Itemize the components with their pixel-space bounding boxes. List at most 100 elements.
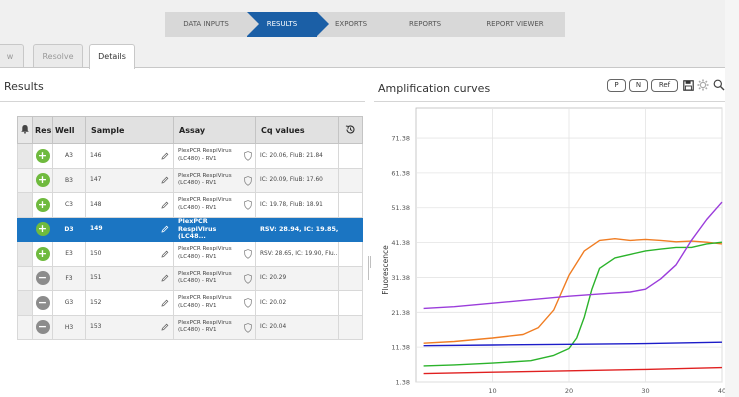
negative-result-icon: −: [35, 295, 50, 310]
results-divider: [0, 101, 365, 102]
gear-icon[interactable]: [697, 79, 709, 91]
x-tick-label: 10: [488, 387, 496, 395]
x-tick-label: 30: [641, 387, 649, 395]
zoom-icon[interactable]: [713, 79, 725, 91]
edit-sample-icon[interactable]: [161, 225, 169, 233]
table-row[interactable]: − H3 153 PlexPCR RespiVirus (LC480) - RV1 IC:…: [17, 314, 363, 340]
alert-cell: [17, 143, 33, 169]
assay-cell: PlexPCR RespiVirus (LC480) - RV1: [173, 241, 256, 267]
tab-overview[interactable]: w: [0, 44, 24, 67]
sample-cell[interactable]: 147: [85, 167, 174, 193]
edit-sample-icon[interactable]: [161, 152, 169, 160]
sample-label: 147: [90, 176, 102, 184]
cq-column-header[interactable]: Cq values: [255, 116, 339, 144]
assay-detail: (LC480) - RV1: [178, 302, 217, 309]
tab-label: Resolve: [42, 52, 74, 61]
negative-control-button[interactable]: N: [629, 79, 648, 92]
assay-column-header[interactable]: Assay: [173, 116, 256, 144]
bell-icon: [21, 125, 29, 134]
assay-detail: (LC480) - RV1: [178, 327, 217, 334]
result-cell: −: [32, 314, 53, 340]
table-row[interactable]: + E3 150 PlexPCR RespiVirus (LC480) - RV1 RSV…: [17, 241, 363, 267]
step-reports[interactable]: REPORTS: [385, 11, 479, 37]
result-cell: −: [32, 265, 53, 291]
edit-sample-icon[interactable]: [161, 299, 169, 307]
positive-result-icon: +: [35, 148, 50, 163]
edit-sample-icon[interactable]: [161, 274, 169, 282]
assay-name: PlexPCR RespiVirus: [178, 148, 232, 155]
cq-values-cell: IC: 20.29: [255, 265, 339, 291]
assay-detail: RespiVirus (LC48...: [178, 224, 217, 240]
alert-cell: [17, 167, 33, 193]
sample-label: 152: [90, 298, 102, 306]
edit-sample-icon[interactable]: [161, 250, 169, 258]
tab-label: Details: [98, 52, 126, 61]
step-label: REPORT VIEWER: [486, 20, 544, 28]
tab-details[interactable]: Details: [89, 44, 135, 69]
history-column-header[interactable]: [338, 116, 363, 144]
well-column-header[interactable]: Well: [52, 116, 86, 144]
shield-icon: [244, 200, 252, 210]
sample-cell[interactable]: 151: [85, 265, 174, 291]
cq-values-cell: IC: 20.02: [255, 290, 339, 316]
result-cell: +: [32, 241, 53, 267]
table-row[interactable]: + C3 148 PlexPCR RespiVirus (LC480) - RV1 IC:…: [17, 192, 363, 218]
table-row[interactable]: − F3 151 PlexPCR RespiVirus (LC480) - RV1 IC:…: [17, 265, 363, 291]
result-cell: +: [32, 167, 53, 193]
step-report-viewer[interactable]: REPORT VIEWER: [465, 12, 565, 37]
y-tick-label: 61.38: [391, 169, 410, 177]
well-cell: C3: [52, 192, 86, 218]
table-row[interactable]: − G3 152 PlexPCR RespiVirus (LC480) - RV1 IC:…: [17, 290, 363, 316]
assay-name: PlexPCR RespiVirus: [178, 319, 232, 326]
positive-control-button[interactable]: P: [607, 79, 626, 92]
sample-cell[interactable]: 150: [85, 241, 174, 267]
history-cell: [338, 143, 363, 169]
edit-sample-icon[interactable]: [161, 323, 169, 331]
sample-cell[interactable]: 152: [85, 290, 174, 316]
assay-name: PlexPCR RespiVirus: [178, 197, 232, 204]
table-row[interactable]: + D3 149 PlexPCR RespiVirus (LC48... RSV: 28.…: [17, 216, 363, 242]
step-data-inputs[interactable]: DATA INPUTS: [165, 11, 261, 37]
assay-name: PlexPCR RespiVirus: [178, 295, 232, 302]
well-cell: A3: [52, 143, 86, 169]
results-title: Results: [4, 80, 44, 93]
well-cell: B3: [52, 167, 86, 193]
assay-cell: PlexPCR RespiVirus (LC480) - RV1: [173, 265, 256, 291]
alert-column-header[interactable]: [17, 116, 33, 144]
save-icon[interactable]: [683, 80, 694, 91]
x-tick-label: 40: [718, 387, 725, 395]
sample-label: 153: [90, 323, 102, 331]
result-cell: +: [32, 192, 53, 218]
history-cell: [338, 192, 363, 218]
well-cell: F3: [52, 265, 86, 291]
y-tick-label: 71.38: [391, 135, 410, 143]
alert-cell: [17, 192, 33, 218]
y-tick-label: 1.38: [396, 379, 410, 387]
sample-cell[interactable]: 153: [85, 314, 174, 340]
amplification-title: Amplification curves: [378, 82, 491, 95]
edit-sample-icon[interactable]: [161, 201, 169, 209]
tab-resolve[interactable]: Resolve: [33, 44, 83, 67]
edit-sample-icon[interactable]: [161, 176, 169, 184]
splitter-handle[interactable]: [368, 256, 372, 280]
assay-detail: (LC480) - RV1: [178, 204, 217, 211]
cq-values-cell: IC: 19.78, FluB: 18.91: [255, 192, 339, 218]
table-row[interactable]: + A3 146 PlexPCR RespiVirus (LC480) - RV1 IC:…: [17, 143, 363, 169]
sample-label: 146: [90, 151, 102, 159]
assay-cell: PlexPCR RespiVirus (LC480) - RV1: [173, 314, 256, 340]
alert-cell: [17, 216, 33, 242]
reference-button[interactable]: Ref: [651, 79, 678, 92]
result-cell: +: [32, 216, 53, 242]
cq-values-cell: IC: 20.04: [255, 314, 339, 340]
sample-label: 149: [90, 225, 103, 233]
res-column-header[interactable]: Res: [32, 116, 53, 144]
shield-icon: [244, 273, 252, 284]
sample-column-header[interactable]: Sample: [85, 116, 174, 144]
sample-cell[interactable]: 149: [85, 216, 174, 242]
table-row[interactable]: + B3 147 PlexPCR RespiVirus (LC480) - RV1 IC:…: [17, 167, 363, 193]
shield-icon: [244, 175, 252, 186]
sample-cell[interactable]: 148: [85, 192, 174, 218]
sample-cell[interactable]: 146: [85, 143, 174, 169]
y-tick-label: 21.38: [391, 309, 410, 317]
well-cell: H3: [52, 314, 86, 340]
